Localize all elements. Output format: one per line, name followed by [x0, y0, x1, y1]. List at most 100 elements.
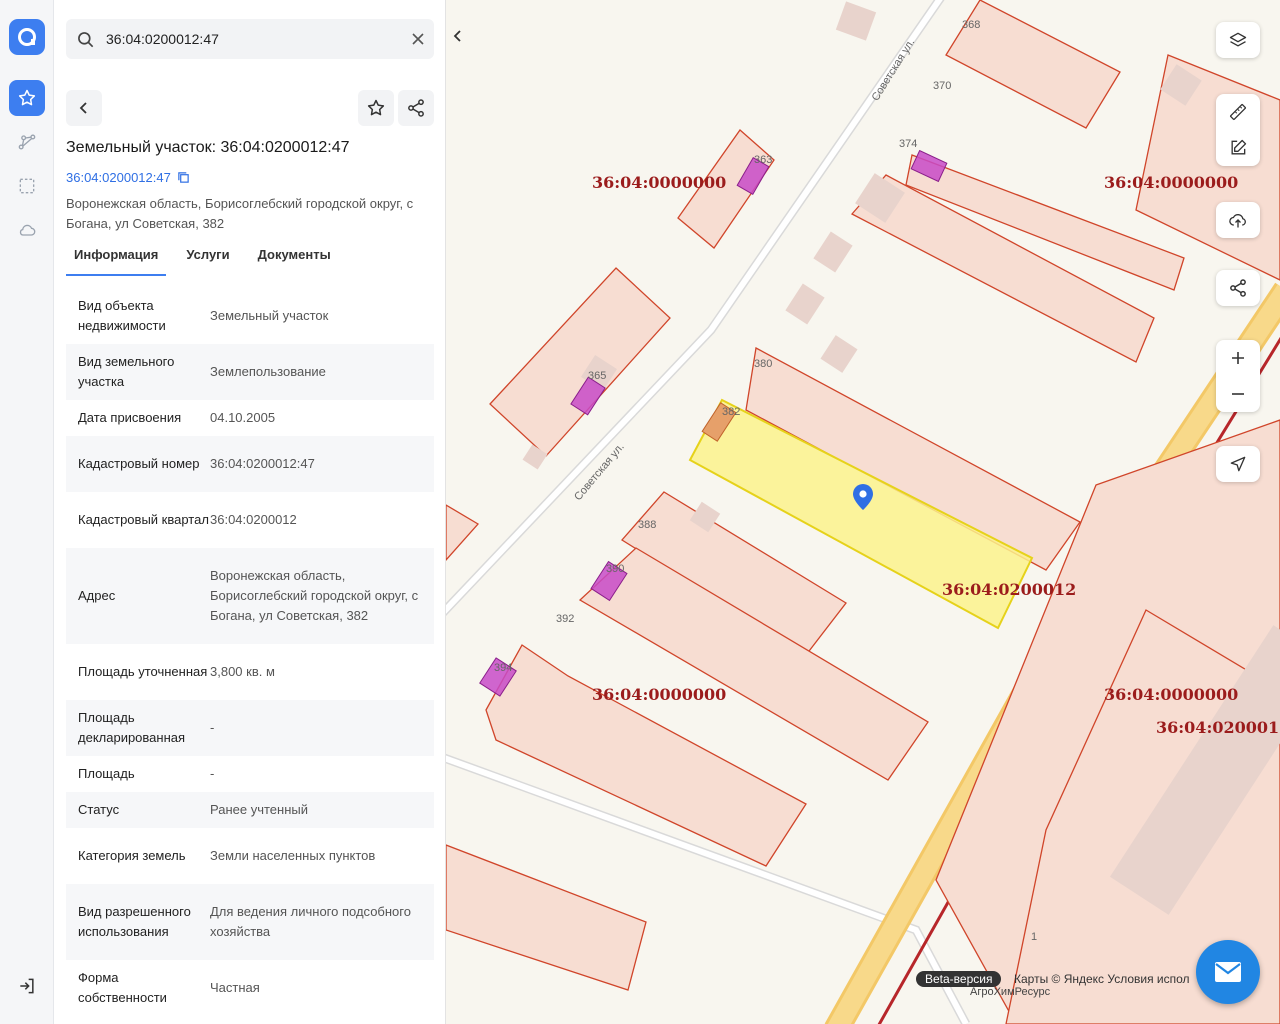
- tab-info[interactable]: Информация: [66, 240, 167, 276]
- back-button[interactable]: [66, 90, 102, 126]
- upload-icon: [1229, 214, 1246, 228]
- table-row: Кадастровый квартал 36:04:0200012: [66, 492, 434, 548]
- rail-route-button[interactable]: [9, 124, 45, 160]
- tab-documents[interactable]: Документы: [250, 240, 339, 276]
- row-value: Для ведения личного подсобного хозяйства: [210, 904, 411, 939]
- table-row: Категория земель Земли населенных пунктов: [66, 828, 434, 884]
- info-panel: Земельный участок: 36:04:0200012:47 36:0…: [54, 0, 446, 1024]
- search-icon: [78, 32, 94, 48]
- table-row: Форма собственности Частная: [66, 960, 434, 1016]
- row-key: Статус: [78, 802, 120, 817]
- zoom-control: [1216, 340, 1260, 412]
- rail-select-area-button[interactable]: [9, 168, 45, 204]
- select-area-icon: [19, 178, 35, 194]
- beta-badge: Beta-версия: [916, 971, 1002, 987]
- house-number: 363: [754, 154, 773, 166]
- rail-cloud-button[interactable]: [9, 212, 45, 248]
- zoom-in-button[interactable]: [1216, 340, 1260, 376]
- upload-button[interactable]: [1216, 202, 1260, 238]
- upload-control: [1216, 202, 1260, 238]
- row-value: Частная: [210, 980, 260, 995]
- cadastral-link[interactable]: 36:04:0200012:47: [66, 170, 190, 185]
- locate-button[interactable]: [1216, 446, 1260, 482]
- table-row: Площадь декларированная -: [66, 700, 434, 756]
- row-key: Категория земель: [78, 848, 186, 863]
- house-number: 388: [638, 519, 657, 531]
- locate-control: [1216, 446, 1260, 482]
- favorite-button[interactable]: [358, 90, 394, 126]
- logout-icon: [20, 978, 34, 994]
- share-icon: [408, 99, 424, 117]
- row-value: Воронежская область, Борисоглебский горо…: [210, 568, 419, 623]
- tab-bar: Информация Услуги Документы: [66, 240, 434, 276]
- layers-icon: [1229, 32, 1247, 47]
- row-key: Площадь декларированная: [78, 710, 186, 745]
- chevron-left-icon: [453, 30, 461, 42]
- row-key: Вид земельного участка: [78, 354, 175, 389]
- map-label: 36:04:0000000: [1104, 685, 1239, 704]
- house-number: 390: [606, 563, 625, 575]
- table-row: Адрес Воронежская область, Борисоглебский…: [66, 548, 434, 644]
- row-value: Земельный участок: [210, 308, 329, 323]
- house-number: 394: [494, 662, 513, 674]
- share-icon: [1230, 279, 1246, 297]
- rail-favorites-button[interactable]: [9, 80, 45, 116]
- row-key: Площадь уточненная: [78, 664, 208, 679]
- row-value: Ранее учтенный: [210, 802, 308, 817]
- mail-icon: [1215, 962, 1241, 982]
- star-icon: [18, 89, 36, 106]
- logo-icon: [18, 28, 36, 46]
- contact-fab[interactable]: [1196, 940, 1260, 1004]
- table-row: Кадастровый номер 36:04:0200012:47: [66, 436, 434, 492]
- ruler-button[interactable]: [1216, 94, 1260, 130]
- row-value: Земли населенных пунктов: [210, 848, 376, 863]
- row-key: Кадастровый номер: [78, 456, 200, 471]
- map-view[interactable]: 36:04:0000000 36:04:0000000 36:04:020001…: [446, 0, 1280, 1024]
- table-row: Вид земельного участка Землепользование: [66, 344, 434, 400]
- row-key: Адрес: [78, 588, 116, 603]
- layers-control: [1216, 22, 1260, 58]
- tools-control: [1216, 94, 1260, 166]
- cadastral-link-text[interactable]: 36:04:0200012:47: [66, 170, 171, 185]
- map-share-button[interactable]: [1216, 270, 1260, 306]
- map-label: 36:04:0000000: [1104, 173, 1239, 192]
- layers-button[interactable]: [1216, 22, 1260, 58]
- left-rail: [0, 0, 54, 1024]
- table-row: Площадь -: [66, 756, 434, 792]
- house-number: 368: [962, 19, 981, 31]
- row-value: -: [210, 720, 215, 735]
- share-button[interactable]: [398, 90, 434, 126]
- edit-button[interactable]: [1216, 130, 1260, 166]
- edit-icon: [1231, 139, 1247, 155]
- house-number: 370: [933, 80, 952, 92]
- row-key: Площадь: [78, 766, 135, 781]
- row-key: Форма собственности: [78, 970, 167, 1005]
- cadastral-map[interactable]: [446, 0, 1280, 1024]
- plus-icon: [1232, 352, 1244, 364]
- clear-icon[interactable]: [410, 31, 426, 47]
- tab-services[interactable]: Услуги: [178, 240, 237, 276]
- zoom-out-button[interactable]: [1216, 376, 1260, 412]
- copy-icon[interactable]: [177, 171, 190, 184]
- table-row: Дата присвоения 04.10.2005: [66, 400, 434, 436]
- map-label: 36:04:0000000: [592, 685, 727, 704]
- map-label: 36:04:020001: [1156, 718, 1280, 737]
- map-attribution[interactable]: Карты © Яндекс Условия испол: [1014, 972, 1190, 986]
- row-value: 36:04:0200012:47: [210, 456, 315, 471]
- app-logo[interactable]: [9, 19, 45, 55]
- search-box: [66, 19, 434, 59]
- house-number: 1: [1031, 931, 1038, 943]
- row-value: 36:04:0200012: [210, 512, 297, 527]
- row-value: 04.10.2005: [210, 410, 276, 425]
- collapse-panel-button[interactable]: [446, 22, 470, 50]
- house-number: 382: [722, 406, 741, 418]
- row-key: Дата присвоения: [78, 410, 182, 425]
- search-input[interactable]: [106, 19, 396, 59]
- house-number: 365: [588, 370, 607, 382]
- house-number: 374: [899, 138, 918, 150]
- row-key: Вид объекта недвижимости: [78, 298, 166, 333]
- rail-logout-button[interactable]: [9, 968, 45, 1004]
- cloud-icon: [19, 224, 36, 236]
- table-row: Вид разрешенного использования Для ведени…: [66, 884, 434, 960]
- row-key: Кадастровый квартал: [78, 512, 209, 527]
